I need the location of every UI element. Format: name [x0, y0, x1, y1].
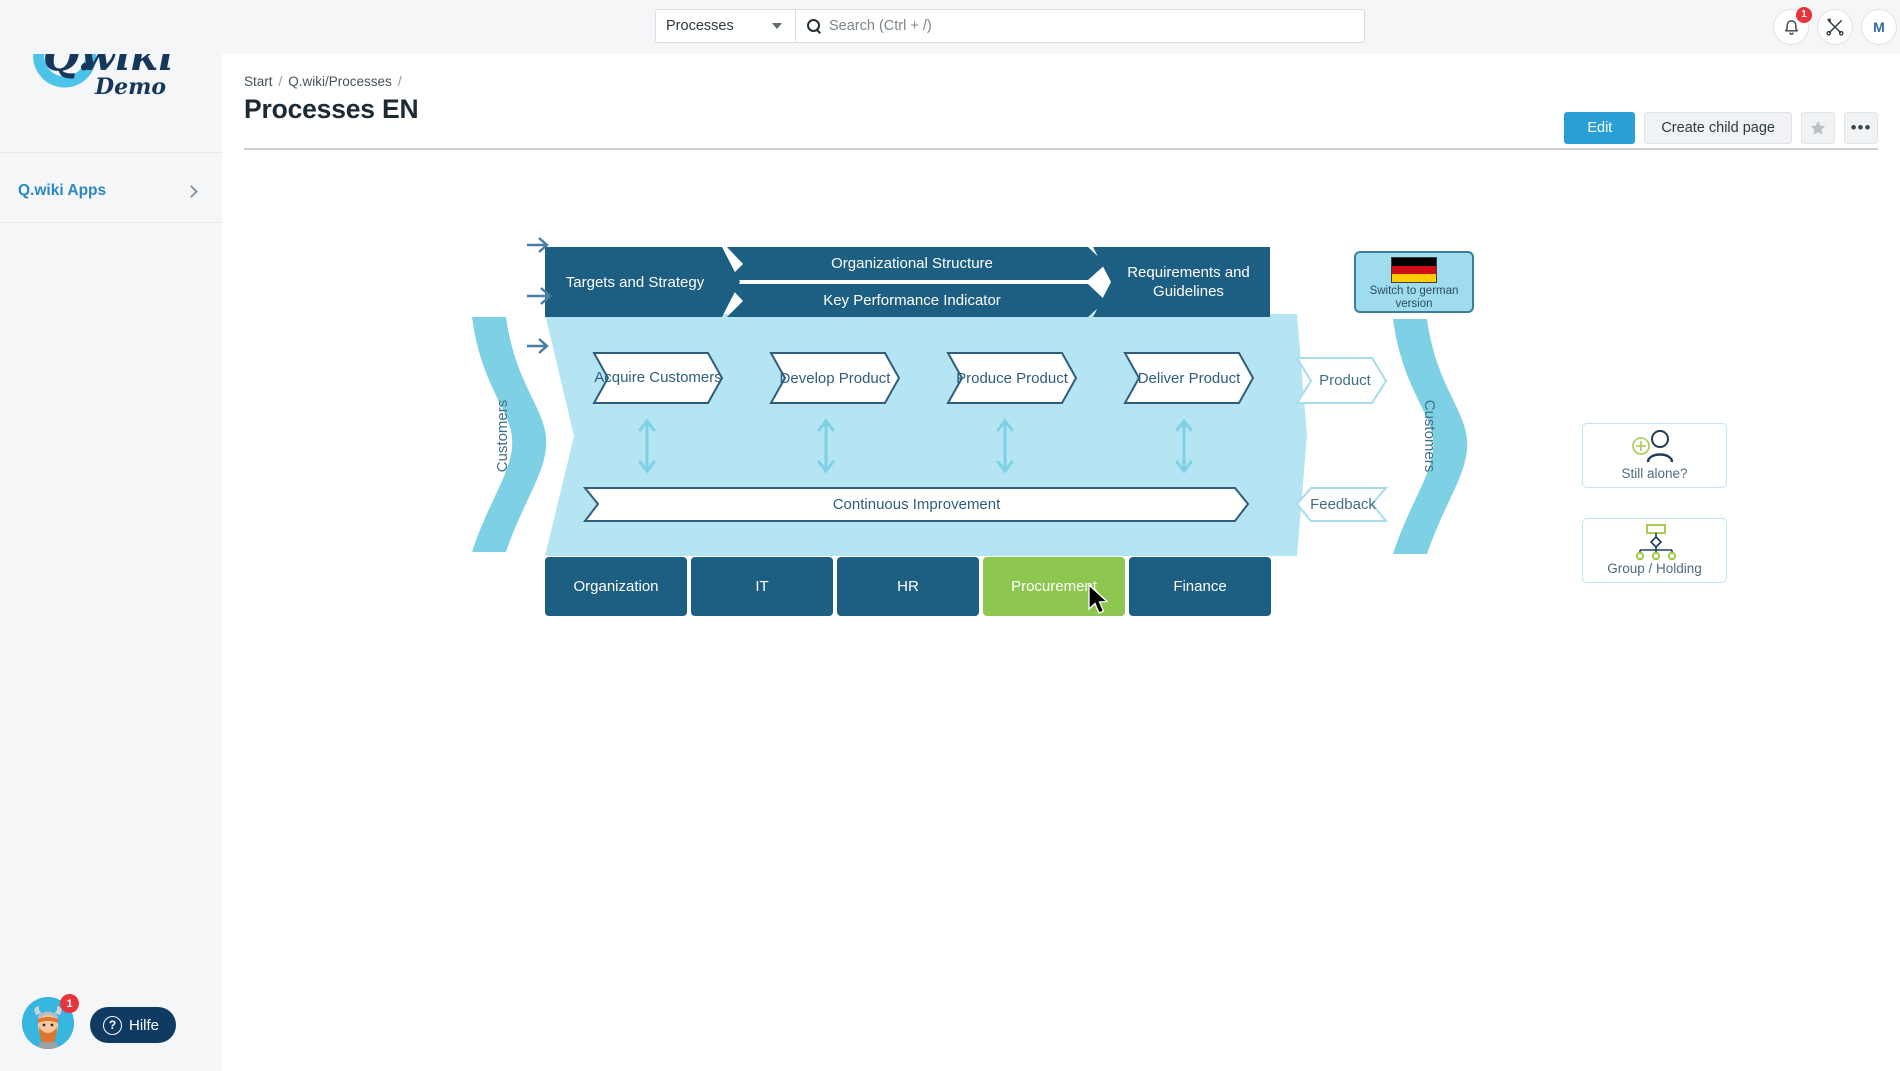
global-search: Processes Search (Ctrl + /) — [655, 9, 1365, 43]
output-feedback[interactable]: Feedback — [1300, 488, 1386, 521]
core-process-develop-product[interactable]: Develop Product — [771, 353, 899, 403]
breadcrumb: Start / Q.wiki/Processes / — [244, 74, 402, 89]
org-chart-icon — [1583, 524, 1726, 560]
admin-tools-button[interactable] — [1817, 9, 1853, 45]
core-process-label: Produce Product — [956, 370, 1068, 387]
page-title: Processes EN — [244, 94, 418, 125]
core-process-label: Develop Product — [780, 370, 891, 387]
core-process-produce-product[interactable]: Produce Product — [948, 353, 1076, 403]
chevron-down-icon — [772, 23, 782, 29]
management-box-requirements[interactable]: Requirements and Guidelines — [1107, 247, 1270, 317]
help-button[interactable]: ? Hilfe — [90, 1007, 176, 1043]
management-box-label: Targets and Strategy — [566, 274, 704, 291]
support-process-procurement[interactable]: Procurement — [983, 557, 1125, 616]
process-landscape-diagram: Customers Customers Targets and Strategy… — [222, 156, 1900, 756]
support-process-it[interactable]: IT — [691, 557, 833, 616]
breadcrumb-separator: / — [279, 74, 283, 89]
language-switch-button[interactable]: Switch to german version — [1354, 251, 1474, 313]
page-content-card: Start / Q.wiki/Processes / Processes EN … — [222, 26, 1900, 1071]
management-box-label: Requirements and Guidelines — [1107, 263, 1270, 301]
output-product[interactable]: Product — [1304, 358, 1386, 403]
output-label: Feedback — [1310, 496, 1376, 513]
output-label: Product — [1319, 372, 1371, 389]
help-button-label: Hilfe — [129, 1017, 159, 1034]
customers-label-left: Customers — [494, 400, 511, 473]
ellipsis-icon: ••• — [1851, 125, 1872, 131]
search-icon — [806, 18, 822, 34]
more-options-button[interactable]: ••• — [1844, 112, 1878, 144]
core-process-label: Deliver Product — [1138, 370, 1241, 387]
de-flag-icon — [1391, 257, 1437, 283]
search-placeholder: Search (Ctrl + /) — [829, 18, 932, 34]
continuous-improvement-label: Continuous Improvement — [833, 496, 1001, 513]
title-divider — [244, 148, 1878, 150]
user-avatar-button[interactable]: M — [1861, 9, 1897, 45]
page-actions: Edit Create child page ••• — [1564, 112, 1878, 144]
person-add-icon — [1583, 429, 1726, 463]
question-mark-icon: ? — [103, 1016, 122, 1035]
breadcrumb-item-processes[interactable]: Q.wiki/Processes — [288, 74, 392, 89]
favorite-star-button[interactable] — [1801, 112, 1835, 144]
customers-label-right: Customers — [1421, 400, 1438, 473]
support-process-organization[interactable]: Organization — [545, 557, 687, 616]
continuous-improvement-box[interactable]: Continuous Improvement — [585, 488, 1248, 521]
management-box-kpi[interactable]: Key Performance Indicator — [732, 284, 1092, 317]
language-switch-label: Switch to german version — [1356, 285, 1472, 311]
create-child-page-button[interactable]: Create child page — [1644, 112, 1792, 144]
edit-button[interactable]: Edit — [1564, 112, 1635, 144]
svg-text:Demo: Demo — [94, 74, 166, 100]
management-box-org-structure[interactable]: Organizational Structure — [732, 247, 1092, 280]
chat-unread-badge: 1 — [60, 994, 79, 1013]
management-box-label: Organizational Structure — [831, 255, 993, 272]
support-process-row: Organization IT HR Procurement Finance — [545, 557, 1271, 616]
search-input[interactable]: Search (Ctrl + /) — [795, 9, 1365, 43]
top-bar: Processes Search (Ctrl + /) 1 M — [0, 0, 1900, 54]
search-scope-value: Processes — [666, 18, 734, 34]
search-scope-select[interactable]: Processes — [655, 9, 795, 43]
widget-still-alone[interactable]: Still alone? — [1582, 423, 1727, 488]
star-icon — [1809, 119, 1827, 137]
core-process-label: Acquire Customers — [594, 369, 722, 387]
sidebar-item-label: Q.wiki Apps — [18, 182, 187, 200]
chevron-right-icon — [185, 185, 198, 198]
core-process-deliver-product[interactable]: Deliver Product — [1125, 353, 1253, 403]
sidebar-divider-2 — [0, 222, 222, 223]
management-box-targets[interactable]: Targets and Strategy — [545, 247, 725, 317]
notifications-button[interactable]: 1 — [1773, 9, 1809, 45]
sidebar-item-qwiki-apps[interactable]: Q.wiki Apps — [0, 170, 222, 212]
sidebar-divider — [0, 152, 222, 153]
support-process-finance[interactable]: Finance — [1129, 557, 1271, 616]
widget-group-holding[interactable]: Group / Holding — [1582, 518, 1727, 583]
left-sidebar: Q. wiki Demo Q.wiki Apps — [0, 0, 222, 1071]
widget-label: Still alone? — [1621, 466, 1687, 487]
avatar-initial: M — [1873, 19, 1885, 35]
breadcrumb-separator-2: / — [398, 74, 402, 89]
tools-icon — [1825, 17, 1845, 37]
management-box-label: Key Performance Indicator — [823, 292, 1001, 309]
support-process-hr[interactable]: HR — [837, 557, 979, 616]
core-process-acquire-customers[interactable]: Acquire Customers — [594, 353, 722, 403]
widget-label: Group / Holding — [1607, 561, 1702, 582]
breadcrumb-item-start[interactable]: Start — [244, 74, 273, 89]
notification-badge: 1 — [1796, 7, 1812, 23]
